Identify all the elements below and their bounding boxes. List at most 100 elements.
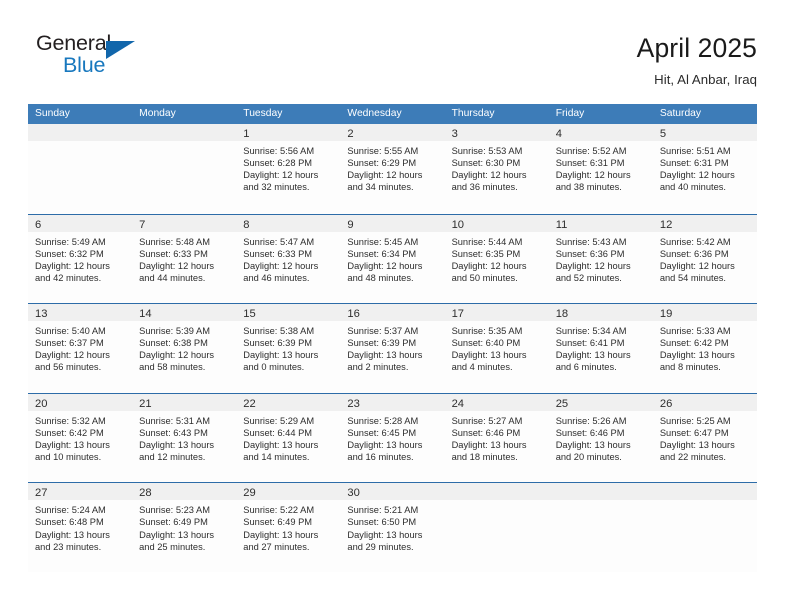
calendar-day-cell[interactable]: 17 Sunrise: 5:35 AM Sunset: 6:40 PM Dayligh… [444,304,549,393]
daylight-text: Daylight: 13 hours [659,439,735,450]
daylight-text: and 34 minutes. [347,182,414,193]
calendar-day-cell[interactable]: 7 Sunrise: 5:48 AM Sunset: 6:33 PM Daylight… [132,214,237,304]
day-details: Sunrise: 5:27 AM Sunset: 6:46 PM Daylight:… [445,411,549,463]
day-details [445,500,549,504]
daylight-text: Daylight: 12 hours [555,170,631,181]
sunset-text: Sunset: 6:50 PM [347,517,417,528]
sunrise-text: Sunrise: 5:35 AM [451,326,523,337]
calendar-day-cell[interactable]: 6 Sunrise: 5:49 AM Sunset: 6:32 PM Daylight… [28,214,133,304]
day-details: Sunrise: 5:52 AM Sunset: 6:31 PM Daylight:… [549,141,653,193]
calendar-week-row: 1 Sunrise: 5:56 AM Sunset: 6:28 PM Daylight… [28,124,757,214]
daylight-text: and 25 minutes. [139,541,206,552]
sunset-text: Sunset: 6:40 PM [451,338,521,349]
sunset-text: Sunset: 6:45 PM [347,427,417,438]
sunrise-text: Sunrise: 5:23 AM [139,505,210,516]
calendar-day-cell[interactable]: 1 Sunrise: 5:56 AM Sunset: 6:28 PM Daylight… [236,124,341,214]
daylight-text: and 46 minutes. [243,272,310,283]
daylight-text: Daylight: 13 hours [451,439,527,450]
calendar-day-cell[interactable]: 13 Sunrise: 5:40 AM Sunset: 6:37 PM Dayligh… [28,304,133,393]
calendar-day-cell[interactable]: 23 Sunrise: 5:28 AM Sunset: 6:45 PM Dayligh… [340,393,445,483]
calendar-day-cell[interactable]: 11 Sunrise: 5:43 AM Sunset: 6:36 PM Dayligh… [548,214,653,304]
daylight-text: Daylight: 13 hours [451,350,527,361]
sunrise-text: Sunrise: 5:51 AM [659,146,731,156]
calendar-day-cell[interactable]: 22 Sunrise: 5:29 AM Sunset: 6:44 PM Dayligh… [236,393,341,483]
daylight-text: Daylight: 13 hours [139,529,215,540]
sunset-text: Sunset: 6:43 PM [139,427,208,438]
sunrise-text: Sunrise: 5:44 AM [451,236,523,247]
day-number-band: 22 [236,393,341,411]
calendar-day-cell[interactable]: 20 Sunrise: 5:32 AM Sunset: 6:42 PM Dayligh… [28,393,133,483]
day-details: Sunrise: 5:35 AM Sunset: 6:40 PM Daylight:… [445,321,549,373]
daylight-text: Daylight: 13 hours [555,350,631,361]
day-details [132,141,236,145]
day-number-band: 13 [28,304,133,322]
calendar-day-cell[interactable]: 30 Sunrise: 5:21 AM Sunset: 6:50 PM Dayligh… [340,483,445,572]
daylight-text: and 16 minutes. [347,452,414,463]
daylight-text: and 18 minutes. [451,452,518,463]
day-details: Sunrise: 5:38 AM Sunset: 6:39 PM Daylight:… [236,321,340,373]
calendar-day-cell[interactable]: 12 Sunrise: 5:42 AM Sunset: 6:36 PM Dayligh… [652,214,757,304]
day-number-band: 25 [548,393,653,411]
calendar-day-cell[interactable]: 15 Sunrise: 5:38 AM Sunset: 6:39 PM Dayligh… [236,304,341,393]
sunset-text: Sunset: 6:49 PM [243,517,313,528]
calendar-day-cell[interactable]: 28 Sunrise: 5:23 AM Sunset: 6:49 PM Dayligh… [132,483,237,572]
general-blue-logo[interactable]: General Blue [28,30,163,86]
calendar-day-cell[interactable]: 9 Sunrise: 5:45 AM Sunset: 6:34 PM Daylight… [340,214,445,304]
calendar-day-cell[interactable]: 25 Sunrise: 5:26 AM Sunset: 6:46 PM Dayligh… [548,393,653,483]
daylight-text: Daylight: 13 hours [35,439,110,450]
day-number-band: 10 [444,214,549,232]
daylight-text: and 50 minutes. [451,272,518,283]
calendar-day-cell[interactable]: 8 Sunrise: 5:47 AM Sunset: 6:33 PM Daylight… [236,214,341,304]
sunrise-text: Sunrise: 5:26 AM [555,415,627,426]
sunset-text: Sunset: 6:44 PM [243,427,313,438]
daylight-text: Daylight: 12 hours [451,260,527,271]
calendar-day-cell[interactable]: 14 Sunrise: 5:39 AM Sunset: 6:38 PM Dayligh… [132,304,237,393]
title-block: April 2025 Hit, Al Anbar, Iraq [637,30,757,89]
sunset-text: Sunset: 6:42 PM [35,427,104,438]
sunrise-text: Sunrise: 5:38 AM [243,326,315,337]
sunset-text: Sunset: 6:33 PM [243,248,313,259]
day-details: Sunrise: 5:25 AM Sunset: 6:47 PM Daylight:… [653,411,757,463]
calendar-day-cell[interactable]: 27 Sunrise: 5:24 AM Sunset: 6:48 PM Dayligh… [28,483,133,572]
logo-triangle-icon [106,41,135,59]
daylight-text: and 32 minutes. [243,182,310,193]
calendar-day-cell[interactable]: 19 Sunrise: 5:33 AM Sunset: 6:42 PM Dayligh… [652,304,757,393]
day-number-band: 23 [340,393,445,411]
day-number-band: 29 [236,483,341,501]
sunrise-text: Sunrise: 5:42 AM [659,236,731,247]
day-number-band [444,483,549,501]
sunrise-text: Sunrise: 5:52 AM [555,146,627,156]
calendar-day-cell[interactable]: 2 Sunrise: 5:55 AM Sunset: 6:29 PM Daylight… [340,124,445,214]
calendar-day-cell[interactable]: 29 Sunrise: 5:22 AM Sunset: 6:49 PM Dayligh… [236,483,341,572]
sunrise-text: Sunrise: 5:48 AM [139,236,210,247]
day-details: Sunrise: 5:49 AM Sunset: 6:32 PM Daylight:… [28,232,132,284]
calendar-day-cell[interactable]: 5 Sunrise: 5:51 AM Sunset: 6:31 PM Daylight… [652,124,757,214]
sunrise-text: Sunrise: 5:40 AM [35,326,106,337]
day-number-band: 2 [340,124,445,141]
calendar-day-cell[interactable]: 4 Sunrise: 5:52 AM Sunset: 6:31 PM Daylight… [548,124,653,214]
day-details: Sunrise: 5:32 AM Sunset: 6:42 PM Daylight:… [28,411,132,463]
sunrise-text: Sunrise: 5:33 AM [659,326,731,337]
calendar-day-cell[interactable]: 26 Sunrise: 5:25 AM Sunset: 6:47 PM Dayligh… [652,393,757,483]
daylight-text: and 56 minutes. [35,362,102,373]
calendar-day-cell[interactable]: 16 Sunrise: 5:37 AM Sunset: 6:39 PM Dayligh… [340,304,445,393]
daylight-text: Daylight: 12 hours [243,170,319,181]
day-number-band: 20 [28,393,133,411]
sunset-text: Sunset: 6:42 PM [659,338,729,349]
calendar-grid: Sunday Monday Tuesday Wednesday Thursday Frid… [28,104,757,572]
calendar-empty-cell [548,483,653,572]
day-number-band: 24 [444,393,549,411]
sunset-text: Sunset: 6:36 PM [555,248,625,259]
daylight-text: Daylight: 12 hours [555,260,631,271]
calendar-day-cell[interactable]: 18 Sunrise: 5:34 AM Sunset: 6:41 PM Dayligh… [548,304,653,393]
calendar-day-cell[interactable]: 3 Sunrise: 5:53 AM Sunset: 6:30 PM Daylight… [444,124,549,214]
day-details: Sunrise: 5:28 AM Sunset: 6:45 PM Daylight:… [340,411,444,463]
daylight-text: Daylight: 13 hours [347,439,423,450]
calendar-day-cell[interactable]: 10 Sunrise: 5:44 AM Sunset: 6:35 PM Dayligh… [444,214,549,304]
calendar-day-cell[interactable]: 24 Sunrise: 5:27 AM Sunset: 6:46 PM Dayligh… [444,393,549,483]
daylight-text: Daylight: 12 hours [659,170,735,181]
sunset-text: Sunset: 6:29 PM [347,158,417,169]
calendar-day-cell[interactable]: 21 Sunrise: 5:31 AM Sunset: 6:43 PM Dayligh… [132,393,237,483]
day-number: 14 [139,308,152,321]
daylight-text: and 58 minutes. [139,362,206,373]
